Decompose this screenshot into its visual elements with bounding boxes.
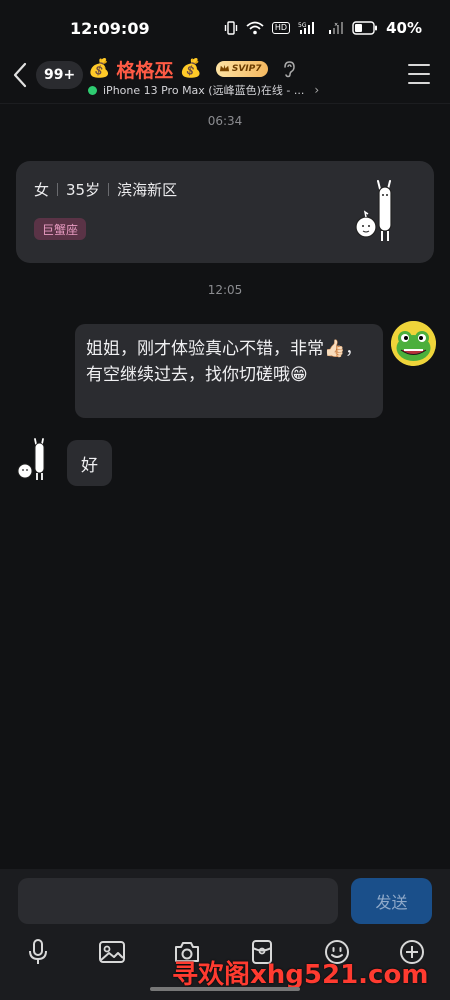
svg-text:5G: 5G (298, 22, 307, 29)
frog-avatar-icon (391, 321, 436, 366)
svip-badge: SVIP7 (215, 61, 268, 77)
timestamp: 06:34 (207, 114, 243, 128)
home-indicator[interactable] (150, 987, 300, 991)
contact-name-row[interactable]: 💰 格格巫 💰 SVIP7 (88, 56, 296, 82)
profile-gender: 女 (34, 181, 50, 199)
mascot-avatar-icon (17, 438, 45, 480)
profile-age: 35岁 (66, 181, 101, 199)
menu-line (408, 82, 430, 84)
svg-text:×: × (334, 22, 338, 28)
vibrate-icon (224, 21, 238, 35)
contact-name: 格格巫 (116, 59, 174, 82)
separator (57, 183, 59, 196)
watermark: 寻欢阁xhg521.com (172, 960, 429, 990)
battery-icon (352, 21, 378, 35)
hd-icon: HD (271, 22, 291, 34)
header-divider (0, 103, 450, 104)
unread-count-badge[interactable]: 99+ (36, 61, 84, 89)
crown-icon (219, 64, 229, 72)
svip-label: SVIP7 (231, 64, 262, 74)
send-button[interactable]: 发送 (351, 878, 432, 924)
wifi-icon (246, 21, 264, 35)
timestamp: 12:05 (207, 283, 243, 297)
chevron-right-icon: › (314, 83, 320, 97)
profile-location: 滨海新区 (117, 181, 178, 199)
chevron-left-icon (13, 62, 27, 88)
status-time: 12:09:09 (70, 18, 150, 38)
zodiac-tag: 巨蟹座 (34, 218, 87, 240)
avatar[interactable] (391, 321, 436, 366)
mascot-illustration (355, 180, 392, 241)
menu-line (408, 64, 430, 66)
online-dot (88, 85, 97, 95)
online-status-text: iPhone 13 Pro Max (远峰蓝色)在线 - ... (103, 84, 305, 97)
message-input[interactable] (18, 878, 338, 924)
signal-weak-icon: × (328, 21, 344, 35)
signal-icon: 5G (298, 21, 320, 35)
ear-icon[interactable] (282, 60, 296, 78)
menu-line (408, 73, 430, 75)
menu-button[interactable] (408, 64, 430, 84)
chat-header: 99+ 💰 格格巫 💰 SVIP7 iPhone 13 Pro Max (远峰蓝… (0, 56, 450, 100)
separator (108, 183, 110, 196)
profile-info: 女 35岁 滨海新区 (34, 179, 177, 200)
status-icons: HD 5G × 40% (224, 19, 422, 37)
money-bag-icon: 💰 (88, 58, 111, 79)
money-bag-icon: 💰 (179, 58, 202, 79)
profile-card[interactable]: 女 35岁 滨海新区 巨蟹座 (16, 161, 434, 263)
avatar[interactable] (16, 438, 54, 482)
message-bubble-sent[interactable]: 姐姐，刚才体验真心不错，非常👍🏻，有空继续过去，找你切磋哦😁 (75, 324, 383, 418)
message-bubble-received[interactable]: 好 (67, 440, 112, 486)
image-icon[interactable] (97, 937, 127, 967)
status-bar: 12:09:09 HD 5G × 40% (0, 0, 450, 56)
back-button[interactable] (12, 60, 34, 90)
microphone-icon[interactable] (23, 937, 53, 967)
battery-percentage: 40% (386, 19, 422, 37)
online-status-row[interactable]: iPhone 13 Pro Max (远峰蓝色)在线 - ... › (88, 82, 319, 98)
